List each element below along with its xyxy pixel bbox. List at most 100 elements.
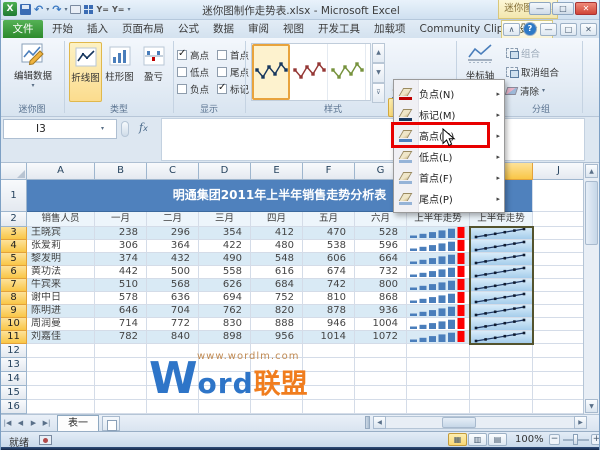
cell-G15[interactable]	[355, 386, 407, 400]
cell-J11[interactable]	[533, 331, 585, 344]
formula-input[interactable]	[161, 118, 585, 161]
scroll-down-icon[interactable]: ▼	[585, 399, 598, 413]
cell-value-5-4[interactable]: 606	[303, 253, 355, 266]
cell-A16[interactable]	[27, 400, 95, 414]
save-icon[interactable]	[20, 4, 31, 15]
cell-value-7-5[interactable]: 800	[355, 279, 407, 292]
scroll-up-icon[interactable]: ▲	[585, 164, 598, 178]
group-button-2[interactable]: 清除▾	[506, 82, 580, 99]
zoom-in-icon[interactable]: +	[591, 434, 600, 445]
cell-value-7-1[interactable]: 568	[147, 279, 199, 292]
next-sheet-icon[interactable]: ▶	[27, 419, 40, 427]
cell-value-4-3[interactable]: 480	[251, 240, 303, 253]
cell-line-sparkline-9[interactable]	[470, 305, 533, 318]
ribbon-tab-4[interactable]: 数据	[206, 20, 241, 38]
cell-J15[interactable]	[533, 386, 585, 400]
cell-C12[interactable]	[147, 344, 199, 358]
insert-function-icon[interactable]: fx	[139, 121, 148, 134]
field-header-3[interactable]: 三月	[199, 212, 251, 227]
cell-value-4-0[interactable]: 306	[95, 240, 147, 253]
row-header-12[interactable]: 12	[1, 344, 27, 358]
cell-A14[interactable]	[27, 372, 95, 386]
help-icon[interactable]: ?	[523, 22, 537, 36]
cell-G14[interactable]	[355, 372, 407, 386]
select-all-corner[interactable]	[1, 163, 27, 180]
cell-value-8-5[interactable]: 868	[355, 292, 407, 305]
menu-item-3[interactable]: 低点(L)▸	[394, 146, 504, 167]
cell-D15[interactable]	[199, 386, 251, 400]
scroll-left-icon[interactable]: ◀	[373, 416, 386, 429]
doc-minimize-button[interactable]: —	[540, 23, 557, 36]
close-button[interactable]: ✕	[575, 2, 597, 15]
row-header-3[interactable]: 3	[1, 227, 27, 240]
cell-value-6-0[interactable]: 442	[95, 266, 147, 279]
cell-F15[interactable]	[303, 386, 355, 400]
cell-value-10-5[interactable]: 1004	[355, 318, 407, 331]
field-header-6[interactable]: 六月	[355, 212, 407, 227]
cell-H14[interactable]	[407, 372, 470, 386]
field-header-0[interactable]: 销售人员	[27, 212, 95, 227]
cell-value-7-2[interactable]: 626	[199, 279, 251, 292]
cell-line-sparkline-8[interactable]	[470, 292, 533, 305]
cell-I12[interactable]	[470, 344, 533, 358]
style-thumb-1[interactable]	[290, 44, 328, 100]
cell-name-9[interactable]: 陈明进	[27, 305, 95, 318]
cell-value-8-4[interactable]: 810	[303, 292, 355, 305]
cell-value-8-1[interactable]: 636	[147, 292, 199, 305]
undo-icon[interactable]: ↶	[34, 3, 43, 16]
row-header-16[interactable]: 16	[1, 400, 27, 414]
cell-value-8-0[interactable]: 578	[95, 292, 147, 305]
cell-value-11-3[interactable]: 956	[251, 331, 303, 344]
cell-A13[interactable]	[27, 358, 95, 372]
cell-line-sparkline-5[interactable]	[470, 253, 533, 266]
ribbon-tab-3[interactable]: 公式	[171, 20, 206, 38]
row-header-6[interactable]: 6	[1, 266, 27, 279]
style-thumb-0[interactable]	[252, 44, 290, 100]
cell-line-sparkline-7[interactable]	[470, 279, 533, 292]
field-header-1[interactable]: 一月	[95, 212, 147, 227]
cell-line-sparkline-4[interactable]	[470, 240, 533, 253]
cell-value-9-4[interactable]: 878	[303, 305, 355, 318]
cell-value-10-2[interactable]: 830	[199, 318, 251, 331]
cell-value-4-2[interactable]: 422	[199, 240, 251, 253]
tab-file[interactable]: 文件	[3, 20, 43, 38]
cell-D12[interactable]	[199, 344, 251, 358]
minimize-button[interactable]: —	[529, 2, 551, 15]
cell-value-9-1[interactable]: 704	[147, 305, 199, 318]
page-break-view-icon[interactable]: ▤	[488, 433, 507, 446]
cell-value-5-2[interactable]: 490	[199, 253, 251, 266]
menu-item-0[interactable]: 负点(N)▸	[394, 83, 504, 104]
cell-E16[interactable]	[251, 400, 303, 414]
menu-item-1[interactable]: 标记(M)▸	[394, 104, 504, 125]
cell-B12[interactable]	[95, 344, 147, 358]
horizontal-scrollbar[interactable]: ◀ ▶	[373, 416, 587, 429]
vscroll-thumb[interactable]	[585, 181, 598, 245]
cell-J6[interactable]	[533, 266, 585, 279]
cell-I13[interactable]	[470, 358, 533, 372]
cell-value-3-4[interactable]: 470	[303, 227, 355, 240]
cell-value-4-4[interactable]: 538	[303, 240, 355, 253]
cell-J3[interactable]	[533, 227, 585, 240]
cell-value-6-4[interactable]: 674	[303, 266, 355, 279]
cell-value-11-0[interactable]: 782	[95, 331, 147, 344]
cell-F12[interactable]	[303, 344, 355, 358]
field-header-5[interactable]: 五月	[303, 212, 355, 227]
column-header-D[interactable]: D	[199, 163, 251, 180]
cell-C13[interactable]	[147, 358, 199, 372]
page-layout-view-icon[interactable]: ▥	[468, 433, 487, 446]
cell-A12[interactable]	[27, 344, 95, 358]
type-button-1[interactable]: 柱形图	[103, 42, 136, 102]
formula-bar-splitter[interactable]	[121, 121, 129, 137]
cell-value-5-5[interactable]: 664	[355, 253, 407, 266]
gallery-down-icon[interactable]: ▼	[372, 63, 385, 83]
qat-more-icon[interactable]: ▾	[127, 6, 130, 13]
function-addin-icon[interactable]: Y=	[96, 5, 109, 14]
cell-H15[interactable]	[407, 386, 470, 400]
row-header-2[interactable]: 2	[1, 212, 27, 227]
field-header-4[interactable]: 四月	[251, 212, 303, 227]
cell-G12[interactable]	[355, 344, 407, 358]
ribbon-tab-1[interactable]: 插入	[80, 20, 115, 38]
cell-J13[interactable]	[533, 358, 585, 372]
ribbon-tab-7[interactable]: 开发工具	[311, 20, 367, 38]
cell-J16[interactable]	[533, 400, 585, 414]
